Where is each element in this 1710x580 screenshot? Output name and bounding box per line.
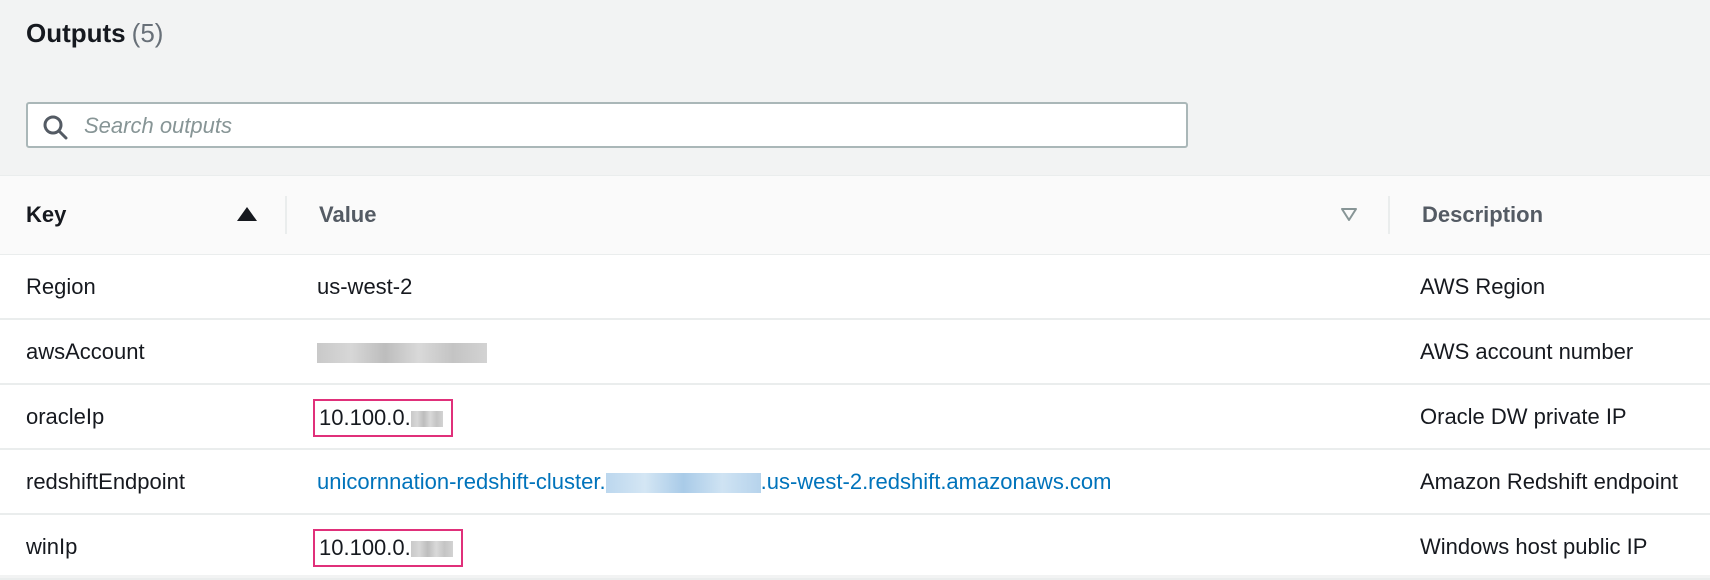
- highlight-box: 10.100.0.: [313, 399, 453, 438]
- redacted-octet: [410, 411, 443, 428]
- column-divider[interactable]: [285, 196, 287, 234]
- row-description: Amazon Redshift endpoint: [1420, 469, 1679, 494]
- sort-ascending-icon[interactable]: [237, 207, 257, 221]
- column-divider[interactable]: [1388, 196, 1390, 234]
- column-header-description[interactable]: Description: [1422, 176, 1543, 254]
- search-box[interactable]: [26, 102, 1188, 148]
- page-title: Outputs (5): [26, 18, 163, 49]
- row-value: [317, 320, 487, 383]
- ip-prefix: 10.100.0.: [319, 535, 411, 561]
- column-header-value[interactable]: Value: [319, 176, 376, 254]
- redacted-account-number: [317, 343, 487, 364]
- table-row: awsAccount AWS account number: [0, 320, 1710, 385]
- row-key: Region: [26, 274, 96, 299]
- highlight-box: 10.100.0.: [313, 529, 463, 568]
- redshift-endpoint-link[interactable]: unicornnation-redshift-cluster. .us-west-…: [317, 469, 1112, 494]
- row-value: us-west-2: [317, 274, 413, 299]
- table-row: redshiftEndpoint unicornnation-redshift-…: [0, 450, 1710, 515]
- redacted-endpoint-id: [605, 473, 761, 494]
- title-text: Outputs: [26, 18, 126, 48]
- table-row: Region us-west-2 AWS Region: [0, 255, 1710, 320]
- search-input[interactable]: [82, 104, 1166, 148]
- outputs-table: Key Value Description Region us-west-2 A…: [0, 175, 1710, 580]
- row-description: Windows host public IP: [1420, 534, 1648, 559]
- search-icon: [43, 115, 68, 140]
- sort-toggle-icon[interactable]: [1339, 204, 1359, 224]
- table-row: winIp 10.100.0. Windows host public IP: [0, 515, 1710, 580]
- row-key: oracleIp: [26, 404, 105, 429]
- row-value: 10.100.0.: [313, 385, 453, 448]
- endpoint-prefix: unicornnation-redshift-cluster.: [317, 469, 606, 494]
- table-row: oracleIp 10.100.0. Oracle DW private IP: [0, 385, 1710, 450]
- row-value: 10.100.0.: [313, 515, 463, 578]
- row-key: winIp: [26, 534, 78, 559]
- row-description: AWS Region: [1420, 274, 1546, 299]
- ip-prefix: 10.100.0.: [319, 405, 411, 431]
- outputs-header: Outputs (5): [0, 0, 1710, 175]
- row-value: unicornnation-redshift-cluster. .us-west-…: [317, 450, 1112, 513]
- row-key: redshiftEndpoint: [26, 469, 185, 494]
- column-header-key[interactable]: Key: [26, 176, 66, 254]
- row-key: awsAccount: [26, 339, 145, 364]
- row-description: AWS account number: [1420, 339, 1634, 364]
- row-description: Oracle DW private IP: [1420, 404, 1627, 429]
- table-header: Key Value Description: [0, 176, 1710, 255]
- endpoint-suffix: .us-west-2.redshift.amazonaws.com: [760, 469, 1112, 494]
- output-count: (5): [131, 18, 164, 48]
- redacted-octet: [410, 541, 453, 558]
